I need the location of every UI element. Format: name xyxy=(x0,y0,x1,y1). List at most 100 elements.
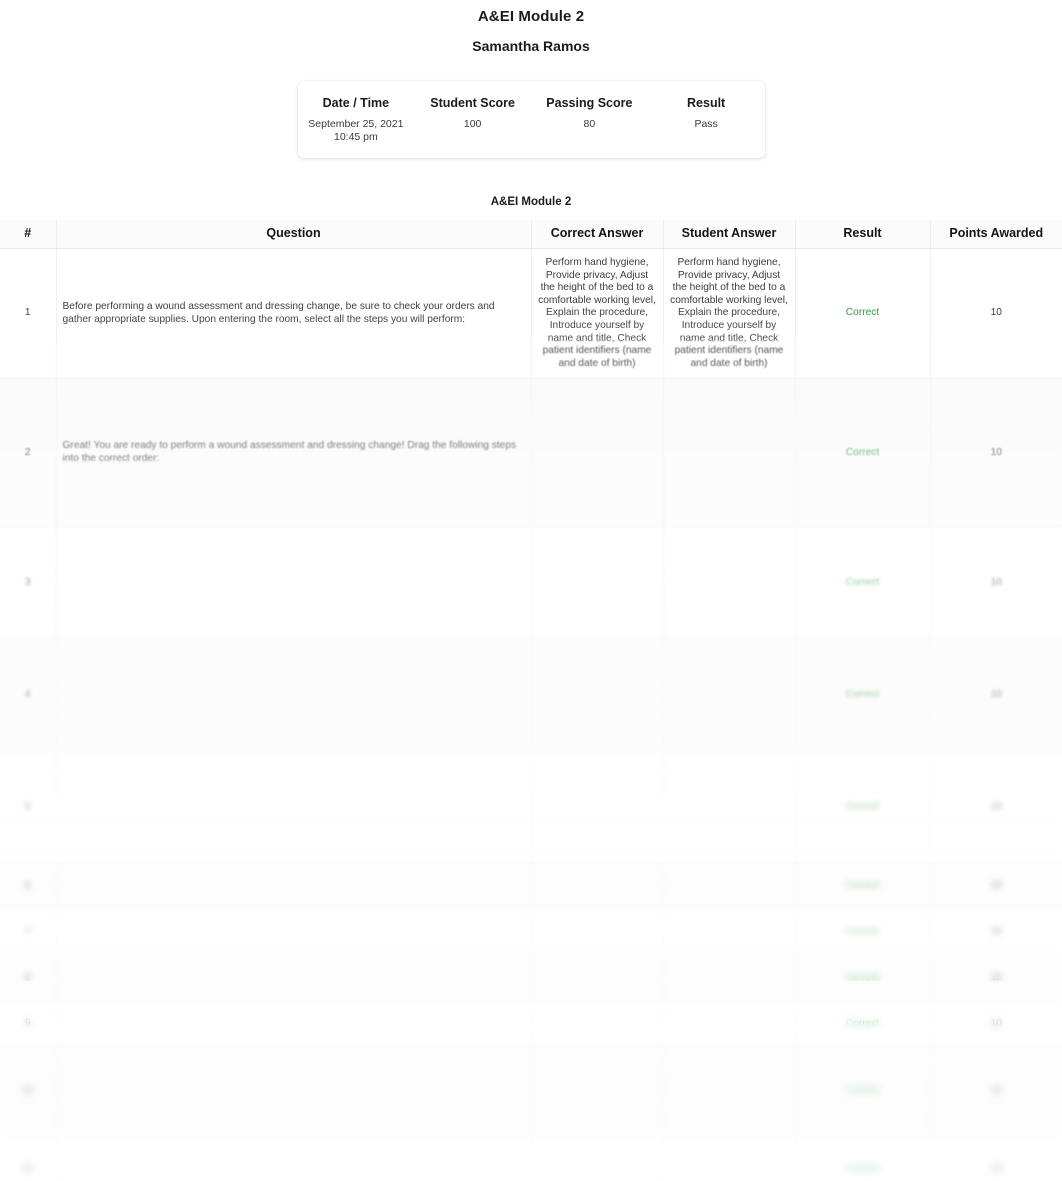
cell-question-text xyxy=(56,954,532,1002)
score-summary-card: Date / Time September 25, 2021 10:45 pm … xyxy=(297,81,765,158)
cell-student-answer xyxy=(663,526,796,640)
cell-points-awarded: 10 xyxy=(930,862,1062,910)
cell-correct-answer xyxy=(531,908,664,956)
results-table: # Question Correct Answer Student Answer… xyxy=(0,220,1062,1181)
summary-value-student-score: 100 xyxy=(463,118,482,130)
cell-points-awarded: 10 xyxy=(930,954,1062,1002)
summary-cell-student-score: Student Score 100 xyxy=(414,91,531,146)
cell-row-number: 10 xyxy=(0,1046,57,1136)
cell-question-text xyxy=(56,526,532,640)
cell-correct-answer: Perform hand hygiene, Provide privacy, A… xyxy=(531,248,664,380)
result-verdict: Correct xyxy=(845,446,880,458)
cell-points-awarded: 10 xyxy=(930,638,1062,752)
cell-question-text: Great! You are ready to perform a wound … xyxy=(56,378,532,528)
cell-points-awarded: 10 xyxy=(930,378,1062,528)
cell-result: Correct xyxy=(795,1134,931,1181)
cell-points-awarded: 10 xyxy=(930,1046,1062,1136)
table-row: 5 Correct 10 xyxy=(0,750,1062,864)
result-verdict: Correct xyxy=(845,1084,880,1096)
result-verdict: Correct xyxy=(845,688,880,700)
cell-result: Correct xyxy=(795,378,931,528)
summary-card-wrapper: Date / Time September 25, 2021 10:45 pm … xyxy=(0,81,1062,158)
cell-question-text xyxy=(56,862,532,910)
result-verdict: Correct xyxy=(845,1162,880,1174)
cell-row-number: 8 xyxy=(0,954,57,1002)
cell-row-number: 11 xyxy=(0,1134,57,1181)
col-header-points-awarded: Points Awarded xyxy=(930,220,1062,249)
summary-label-student-score: Student Score xyxy=(430,96,515,110)
table-row: 6 Correct 10 xyxy=(0,862,1062,910)
cell-row-number: 2 xyxy=(0,378,57,528)
report-title: A&EI Module 2 xyxy=(477,8,585,25)
cell-row-number: 3 xyxy=(0,526,57,640)
results-table-wrapper: # Question Correct Answer Student Answer… xyxy=(0,220,1062,1181)
cell-result: Correct xyxy=(795,1046,931,1136)
cell-correct-answer xyxy=(531,526,664,640)
cell-result: Correct xyxy=(795,248,931,380)
cell-result: Correct xyxy=(795,954,931,1002)
summary-label-date-time: Date / Time xyxy=(322,96,390,110)
cell-student-answer xyxy=(663,908,796,956)
cell-student-answer xyxy=(663,750,796,864)
cell-points-awarded: 10 xyxy=(930,1134,1062,1181)
result-verdict: Correct xyxy=(845,879,880,891)
cell-points-awarded: 10 xyxy=(930,248,1062,380)
summary-value-date-time: September 25, 2021 10:45 pm xyxy=(308,118,404,143)
cell-question-text xyxy=(56,1046,532,1136)
cell-student-answer: Perform hand hygiene, Provide privacy, A… xyxy=(663,248,796,380)
table-row: 11 Correct 10 xyxy=(0,1134,1062,1181)
cell-student-answer xyxy=(663,954,796,1002)
cell-result: Correct xyxy=(795,908,931,956)
cell-result: Correct xyxy=(795,638,931,752)
cell-points-awarded: 10 xyxy=(930,526,1062,640)
cell-points-awarded: 10 xyxy=(930,908,1062,956)
cell-row-number: 1 xyxy=(0,248,57,380)
table-row: 9 Correct 10 xyxy=(0,1000,1062,1048)
cell-result: Correct xyxy=(795,1000,931,1048)
table-header-row: # Question Correct Answer Student Answer… xyxy=(0,220,1062,249)
cell-row-number: 7 xyxy=(0,908,57,956)
cell-question-text xyxy=(56,1000,532,1048)
result-verdict: Correct xyxy=(845,576,880,588)
cell-correct-answer xyxy=(531,1134,664,1181)
cell-correct-answer xyxy=(531,862,664,910)
cell-row-number: 6 xyxy=(0,862,57,910)
cell-question-text xyxy=(56,1134,532,1181)
cell-points-awarded: 10 xyxy=(930,750,1062,864)
table-row: 1 Before performing a wound assessment an… xyxy=(0,248,1062,380)
results-table-body: 1 Before performing a wound assessment an… xyxy=(0,248,1062,1181)
section-title: A&EI Module 2 xyxy=(490,196,572,208)
cell-student-answer xyxy=(663,1046,796,1136)
summary-label-passing-score: Passing Score xyxy=(546,96,633,110)
cell-correct-answer xyxy=(531,750,664,864)
cell-student-answer xyxy=(663,378,796,528)
table-row: 8 Correct 10 xyxy=(0,954,1062,1002)
summary-value-passing-score: 80 xyxy=(583,118,596,130)
table-row: 4 Correct 10 xyxy=(0,638,1062,752)
assessment-report-page: A&EI Module 2 Samantha Ramos Date / Time… xyxy=(0,0,1062,1181)
summary-cell-passing-score: Passing Score 80 xyxy=(531,91,648,146)
cell-result: Correct xyxy=(795,862,931,910)
cell-student-answer xyxy=(663,1000,796,1048)
cell-correct-answer xyxy=(531,378,664,528)
cell-correct-answer xyxy=(531,1000,664,1048)
cell-row-number: 9 xyxy=(0,1000,57,1048)
summary-cell-result: Result Pass xyxy=(648,91,765,146)
results-table-head: # Question Correct Answer Student Answer… xyxy=(0,220,1062,249)
table-row: 10 Correct 10 xyxy=(0,1046,1062,1136)
table-row: 7 Correct 10 xyxy=(0,908,1062,956)
summary-value-result: Pass xyxy=(694,118,718,130)
table-row: 2 Great! You are ready to perform a wound… xyxy=(0,378,1062,528)
student-name: Samantha Ramos xyxy=(472,38,590,54)
cell-question-text xyxy=(56,638,532,752)
cell-result: Correct xyxy=(795,750,931,864)
table-row: 3 Correct 10 xyxy=(0,526,1062,640)
cell-points-awarded: 10 xyxy=(930,1000,1062,1048)
col-header-number: # xyxy=(0,220,57,249)
col-header-question: Question xyxy=(56,220,532,249)
result-verdict: Correct xyxy=(845,925,880,937)
col-header-student-answer: Student Answer xyxy=(663,220,796,249)
summary-label-result: Result xyxy=(687,96,726,110)
cell-question-text xyxy=(56,908,532,956)
cell-correct-answer xyxy=(531,954,664,1002)
